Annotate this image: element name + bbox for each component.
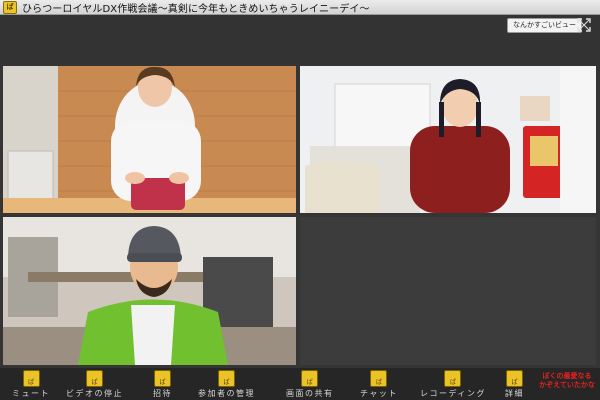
participant-video-2 <box>300 66 596 213</box>
fullscreen-icon[interactable] <box>577 18 591 32</box>
mic-icon-glyph: ぱ <box>27 379 34 386</box>
record-label: レコーディング <box>420 389 486 398</box>
chat-icon: ぱ <box>370 370 388 387</box>
manage-participants-label: 参加者の管理 <box>198 389 255 398</box>
chat-icon-glyph: ぱ <box>375 379 382 386</box>
title-bar: ぱ ひらつーロイヤルDX作戦会議〜真剣に今年もときめいちゃうレイニーデイ〜 <box>0 0 600 15</box>
camera-icon: ぱ <box>86 370 103 387</box>
chat-button[interactable]: ぱ チャット <box>360 370 398 399</box>
participants-icon: ぱ <box>218 370 235 387</box>
share-icon-glyph: ぱ <box>306 379 313 386</box>
video-tile-2[interactable] <box>300 66 596 213</box>
invite-button[interactable]: ぱ 招待 <box>153 370 172 399</box>
app-icon-glyph: ぱ <box>6 2 14 11</box>
more-icon-glyph: ぱ <box>511 379 518 386</box>
overlay-caption-line-2: かぞえていたかな <box>539 381 595 389</box>
invite-icon-glyph: ぱ <box>159 379 166 386</box>
share-icon: ぱ <box>301 370 319 387</box>
more-button[interactable]: ぱ 詳細 <box>505 370 524 399</box>
share-screen-button[interactable]: ぱ 画面の共有 <box>286 370 334 399</box>
mute-label: ミュート <box>12 389 50 398</box>
view-toggle-button[interactable]: なんかすごいビュー <box>507 18 582 33</box>
stop-video-label: ビデオの停止 <box>66 389 123 398</box>
invite-label: 招待 <box>153 389 172 398</box>
participant-video-3 <box>3 217 296 365</box>
overlay-caption: ぼくの最愛なる かぞえていたかな <box>537 372 597 390</box>
app-icon: ぱ <box>3 0 17 14</box>
more-label: 詳細 <box>505 389 524 398</box>
invite-icon: ぱ <box>154 370 171 387</box>
chat-label: チャット <box>360 389 398 398</box>
top-bar: なんかすごいビュー <box>0 15 600 65</box>
manage-participants-button[interactable]: ぱ 参加者の管理 <box>198 370 255 399</box>
mic-icon: ぱ <box>22 370 40 387</box>
video-meeting-window: ぱ ひらつーロイヤルDX作戦会議〜真剣に今年もときめいちゃうレイニーデイ〜 なん… <box>0 0 600 400</box>
window-title: ひらつーロイヤルDX作戦会議〜真剣に今年もときめいちゃうレイニーデイ〜 <box>22 3 370 15</box>
record-button[interactable]: ぱ レコーディング <box>420 370 486 399</box>
record-icon-glyph: ぱ <box>449 379 456 386</box>
video-tile-1[interactable] <box>3 66 296 213</box>
mute-button[interactable]: ぱ ミュート <box>12 370 50 399</box>
stop-video-button[interactable]: ぱ ビデオの停止 <box>66 370 123 399</box>
camera-icon-glyph: ぱ <box>91 379 98 386</box>
meeting-toolbar: ぱ ミュート ぱ ビデオの停止 ぱ 招待 ぱ 参加者の管理 ぱ 画面の共有 ぱ … <box>0 368 600 400</box>
record-icon: ぱ <box>444 370 462 387</box>
video-tile-empty <box>300 217 596 365</box>
participant-video-1 <box>3 66 296 213</box>
overlay-caption-line-1: ぼくの最愛なる <box>542 372 592 380</box>
share-screen-label: 画面の共有 <box>286 389 334 398</box>
more-icon: ぱ <box>506 370 523 387</box>
video-tile-3[interactable] <box>3 217 296 365</box>
participants-icon-glyph: ぱ <box>223 379 230 386</box>
